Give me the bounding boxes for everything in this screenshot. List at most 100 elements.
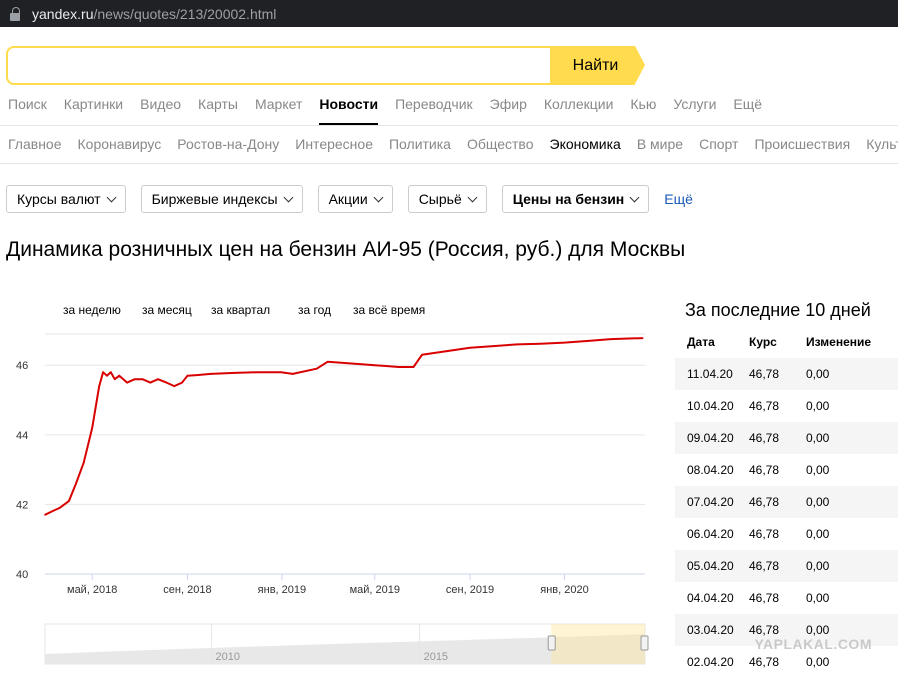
rubric-link[interactable]: Экономика — [550, 136, 621, 152]
period-option[interactable]: за год — [298, 303, 331, 317]
service-link[interactable]: Картинки — [64, 95, 123, 125]
data-point — [44, 514, 46, 516]
chevron-down-icon — [283, 192, 294, 202]
data-point — [181, 381, 183, 384]
browser-address-bar[interactable]: yandex.ru/news/quotes/213/20002.html — [0, 0, 898, 27]
service-link[interactable]: Новости — [319, 95, 379, 125]
filter-label: Акции — [328, 191, 368, 207]
service-link[interactable]: Видео — [140, 95, 181, 125]
period-option[interactable]: за неделю — [63, 303, 121, 317]
filter-dropdown[interactable]: Сырьё — [407, 185, 487, 213]
data-point — [173, 385, 176, 387]
filter-dropdown[interactable]: Биржевые индексы — [140, 185, 303, 213]
price-chart: 40 42 44 46 май, 2018 сен, 2018 янв, 2019 май, … — [16, 333, 649, 665]
data-point — [641, 337, 644, 339]
rubric-link[interactable]: В мире — [637, 136, 683, 152]
table-cell: 46,78 — [749, 367, 780, 381]
filter-dropdown[interactable]: Цены на бензин — [501, 185, 650, 213]
table-cell: 46,78 — [749, 559, 780, 573]
table-cell: 0,00 — [806, 655, 830, 669]
table-cell: 46,78 — [749, 399, 780, 413]
data-point — [445, 350, 447, 353]
table-cell: 02.04.20 — [687, 655, 734, 669]
chevron-down-icon — [373, 192, 384, 202]
data-point — [186, 374, 189, 377]
rubric-link[interactable]: Культура — [866, 136, 898, 152]
x-tick-label: май, 2018 — [67, 584, 117, 596]
data-point — [257, 371, 259, 373]
rubric-link[interactable]: Интересное — [295, 136, 373, 152]
rubric-link[interactable]: Главное — [8, 136, 62, 152]
rubrics-nav: Главное Коронавирус Ростов-на-Дону Интересн… — [8, 136, 898, 152]
search-input[interactable] — [6, 46, 552, 85]
x-tick-label: янв, 2020 — [540, 584, 588, 596]
rubric-link[interactable]: Происшествия — [754, 136, 850, 152]
data-point — [233, 372, 236, 374]
rubric-link[interactable]: Общество — [467, 136, 534, 152]
table-cell: 0,00 — [806, 463, 830, 477]
rubric-link[interactable]: Спорт — [699, 136, 738, 152]
data-point — [98, 385, 100, 387]
column-header: Курс — [749, 335, 777, 349]
table-cell: 0,00 — [806, 399, 830, 413]
data-point — [118, 374, 121, 377]
navigator-handle[interactable] — [547, 635, 556, 651]
table-cell: 46,78 — [749, 623, 780, 637]
y-tick-label: 44 — [16, 430, 28, 442]
service-link[interactable]: Кью — [630, 95, 656, 125]
table-cell: 03.04.20 — [687, 623, 734, 637]
chevron-down-icon — [467, 192, 478, 202]
data-point — [209, 373, 212, 375]
filter-dropdown[interactable]: Акции — [317, 185, 393, 213]
x-tick-label: сен, 2018 — [163, 584, 211, 596]
data-point — [68, 500, 70, 502]
service-link[interactable]: Переводчик — [395, 95, 473, 125]
data-point — [157, 378, 159, 380]
table-cell: 0,00 — [806, 431, 830, 445]
y-tick-label: 40 — [16, 569, 28, 581]
filter-label: Сырьё — [418, 191, 462, 207]
data-point — [398, 366, 400, 368]
quote-filters: Курсы валют Биржевые индексы Акции Сырьё Цен… — [6, 185, 693, 213]
column-header: Изменение — [806, 335, 872, 349]
data-point — [141, 378, 144, 380]
y-tick-label: 46 — [16, 360, 28, 372]
data-point — [563, 341, 566, 344]
service-link[interactable]: Коллекции — [544, 95, 614, 125]
service-link[interactable]: Маркет — [255, 95, 302, 125]
table-cell: 08.04.20 — [687, 463, 734, 477]
navigator-selection[interactable] — [551, 624, 645, 664]
data-point — [58, 507, 61, 509]
search-bar: Найти — [6, 46, 646, 85]
table-cell: 04.04.20 — [687, 591, 734, 605]
search-button[interactable]: Найти — [550, 46, 645, 85]
data-point — [610, 338, 612, 340]
table-row: 08.04.20 46,78 0,00 — [675, 454, 898, 486]
x-tick-label: янв, 2019 — [258, 584, 306, 596]
rubric-link[interactable]: Политика — [389, 136, 451, 152]
period-option[interactable]: за всё время — [353, 303, 425, 317]
service-link[interactable]: Поиск — [8, 95, 47, 125]
period-option[interactable]: за квартал — [211, 303, 270, 317]
service-link[interactable]: Эфир — [490, 95, 527, 125]
lock-icon — [10, 6, 22, 21]
filter-dropdown[interactable]: Курсы валют — [6, 185, 126, 213]
rubric-link[interactable]: Ростов-на-Дону — [177, 136, 279, 152]
data-point — [326, 360, 329, 363]
service-link[interactable]: Услуги — [673, 95, 716, 125]
page-title: Динамика розничных цен на бензин АИ-95 (… — [6, 238, 686, 261]
navigator-handle[interactable] — [640, 635, 649, 651]
table-cell: 09.04.20 — [687, 431, 734, 445]
column-header: Дата — [687, 335, 715, 349]
data-point — [315, 367, 318, 370]
filters-more-link[interactable]: Ещё — [664, 185, 693, 213]
data-point — [149, 381, 152, 384]
service-link[interactable]: Ещё — [733, 95, 762, 125]
period-option[interactable]: за месяц — [142, 303, 192, 317]
table-cell: 46,78 — [749, 591, 780, 605]
data-point — [421, 353, 423, 356]
data-point — [91, 427, 94, 429]
data-point — [492, 345, 495, 347]
rubric-link[interactable]: Коронавирус — [78, 136, 162, 152]
service-link[interactable]: Карты — [198, 95, 238, 125]
